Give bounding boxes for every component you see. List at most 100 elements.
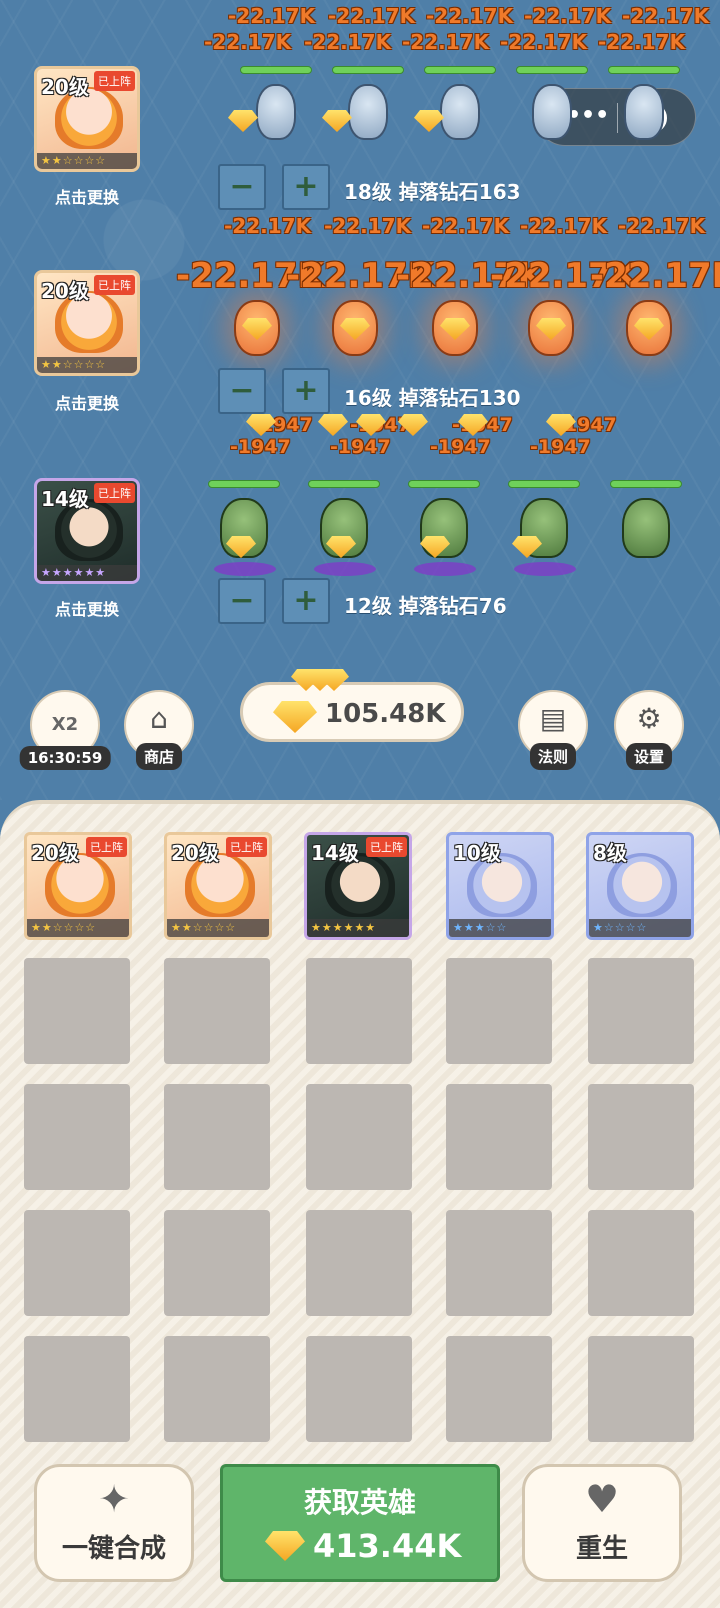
empty-slot[interactable]	[446, 1084, 552, 1190]
empty-slot[interactable]	[446, 958, 552, 1064]
empty-slot[interactable]	[306, 1084, 412, 1190]
empty-slot[interactable]	[446, 1336, 552, 1442]
enemy-ice-dragon	[240, 66, 312, 158]
deployed-badge: 已上阵	[86, 837, 127, 857]
inventory-hero-card[interactable]: 20级 已上阵 ★★☆☆☆☆	[24, 832, 132, 940]
empty-slot[interactable]	[588, 1084, 694, 1190]
deployed-badge: 已上阵	[94, 71, 135, 91]
star-rating: ★★★★★★	[37, 565, 137, 581]
gem-count: 105.48K	[325, 699, 446, 729]
gem-icon	[246, 414, 276, 436]
gem-icon	[512, 536, 542, 558]
settings-label: 设置	[625, 743, 673, 770]
hero-level: 14级	[311, 841, 359, 865]
gem-icon	[326, 536, 356, 558]
empty-slot[interactable]	[588, 958, 694, 1064]
gem-icon	[340, 318, 370, 340]
gem-icon	[536, 318, 566, 340]
hero-level: 20级	[31, 841, 79, 865]
boost-icon: X2	[51, 714, 79, 735]
auto-merge-button[interactable]: ✦ 一键合成	[34, 1464, 194, 1582]
inventory-hero-card[interactable]: 20级 已上阵 ★★☆☆☆☆	[164, 832, 272, 940]
damage-number: -22.17K	[426, 4, 514, 28]
poison-aura	[314, 562, 376, 576]
ice-dragon-sprite	[624, 84, 664, 140]
rebirth-button[interactable]: ♥ 重生	[522, 1464, 682, 1582]
poison-aura	[414, 562, 476, 576]
empty-slot[interactable]	[24, 1336, 130, 1442]
star-rating: ★★☆☆☆☆	[27, 919, 129, 937]
empty-slot[interactable]	[164, 958, 270, 1064]
empty-slot[interactable]	[446, 1210, 552, 1316]
gem-icon	[414, 110, 444, 132]
shop-label: 商店	[135, 743, 183, 770]
inventory-hero-card[interactable]: 8级 ★☆☆☆☆	[586, 832, 694, 940]
empty-slot[interactable]	[164, 1336, 270, 1442]
empty-slot[interactable]	[164, 1084, 270, 1190]
enemy-goblin	[508, 480, 580, 576]
settings-button[interactable]: ⚙ 设置	[614, 690, 684, 770]
enemy-ice-dragon	[516, 66, 588, 158]
enemy-ice-dragon	[608, 66, 680, 158]
level-up-button[interactable]: +	[282, 368, 330, 414]
gem-icon	[265, 1531, 305, 1561]
gem-icon	[228, 110, 258, 132]
level-up-button[interactable]: +	[282, 164, 330, 210]
damage-number: -22.17K	[500, 30, 588, 54]
swap-hero-link[interactable]: 点击更换	[34, 390, 140, 414]
enemy-fire-dragon	[614, 290, 684, 370]
gem-icon	[440, 318, 470, 340]
level-down-button[interactable]: −	[218, 578, 266, 624]
gem-stack-icon	[291, 669, 351, 691]
enemy-fire-dragon	[420, 290, 490, 370]
empty-slot[interactable]	[24, 1210, 130, 1316]
inventory-hero-card[interactable]: 14级 已上阵 ★★★★★★	[304, 832, 412, 940]
shop-button[interactable]: ⌂ 商店	[124, 690, 194, 770]
hp-bar	[332, 66, 404, 74]
enemy-fire-dragon	[320, 290, 390, 370]
lane-hero-card[interactable]: 20级 已上阵 ★★☆☆☆☆	[34, 270, 140, 376]
get-hero-cost: 413.44K	[313, 1527, 462, 1565]
damage-number: -22.17K	[228, 4, 316, 28]
auto-merge-label: 一键合成	[61, 1534, 166, 1564]
empty-slot[interactable]	[24, 958, 130, 1064]
rules-button[interactable]: ▤ 法则	[518, 690, 588, 770]
gem-icon	[319, 669, 349, 691]
enemy-ice-dragon	[424, 66, 496, 158]
inventory-hero-card[interactable]: 10级 ★★★☆☆	[446, 832, 554, 940]
level-down-button[interactable]: −	[218, 164, 266, 210]
sparkle-icon: ✦	[98, 1477, 130, 1521]
damage-number: -22.17K	[520, 214, 608, 238]
level-down-button[interactable]: −	[218, 368, 266, 414]
damage-number: -22.17K	[622, 4, 710, 28]
gem-icon	[226, 536, 256, 558]
empty-slot[interactable]	[588, 1336, 694, 1442]
empty-slot[interactable]	[24, 1084, 130, 1190]
gem-icon	[634, 318, 664, 340]
damage-number: -1947	[530, 436, 591, 458]
damage-number: -22.17K	[402, 30, 490, 54]
hp-bar	[424, 66, 496, 74]
lane-hero-card[interactable]: 14级 已上阵 ★★★★★★	[34, 478, 140, 584]
empty-slot[interactable]	[588, 1210, 694, 1316]
deployed-badge: 已上阵	[94, 483, 135, 503]
lane-info: 18级 掉落钻石163	[344, 180, 521, 204]
level-up-button[interactable]: +	[282, 578, 330, 624]
swap-hero-link[interactable]: 点击更换	[34, 184, 140, 208]
hp-bar	[308, 480, 380, 488]
empty-slot[interactable]	[306, 958, 412, 1064]
deployed-badge: 已上阵	[226, 837, 267, 857]
empty-slot[interactable]	[306, 1336, 412, 1442]
gem-icon	[420, 536, 450, 558]
empty-slot[interactable]	[164, 1210, 270, 1316]
double-boost-button[interactable]: X2 16:30:59	[19, 690, 111, 770]
hp-bar	[208, 480, 280, 488]
hero-level: 14级	[41, 487, 89, 511]
swap-hero-link[interactable]: 点击更换	[34, 596, 140, 620]
hp-bar	[516, 66, 588, 74]
empty-slot[interactable]	[306, 1210, 412, 1316]
get-hero-button[interactable]: 获取英雄 413.44K	[220, 1464, 500, 1582]
gem-icon	[356, 414, 386, 436]
lane-hero-card[interactable]: 20级 已上阵 ★★☆☆☆☆	[34, 66, 140, 172]
gem-icon	[273, 701, 317, 733]
